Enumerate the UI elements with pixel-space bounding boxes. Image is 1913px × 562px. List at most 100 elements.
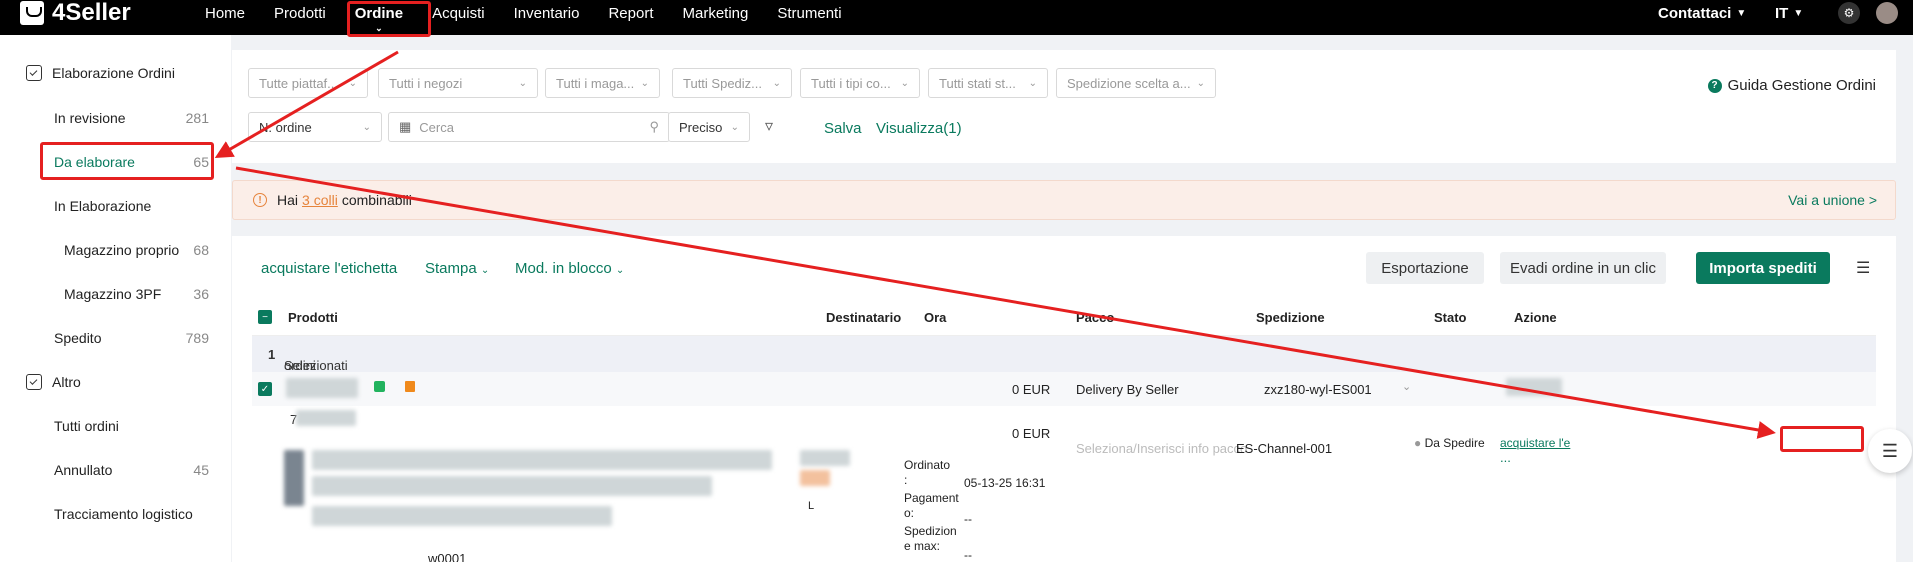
selection-summary: Selezionati 1 ordini bbox=[252, 336, 1876, 373]
sidebar: Elaborazione Ordini In revisione 281 Da e… bbox=[0, 35, 231, 562]
th-action: Azione bbox=[1514, 310, 1557, 325]
nav-home[interactable]: Home bbox=[205, 5, 245, 22]
product-thumbnail[interactable] bbox=[284, 450, 304, 506]
sidebar-group-elaborazione[interactable]: Elaborazione Ordini bbox=[26, 65, 175, 81]
question-icon: ? bbox=[1707, 78, 1722, 93]
nav-marketing[interactable]: Marketing bbox=[683, 5, 749, 22]
export-button[interactable]: Esportazione bbox=[1366, 252, 1484, 284]
warehouse-select[interactable]: Tutti i maga... ⌄ bbox=[545, 68, 660, 98]
chevron-down-icon: ⌄ bbox=[518, 77, 527, 89]
package-info-input[interactable]: Seleziona/Inserisci info pacco bbox=[1076, 441, 1247, 456]
blurred-id bbox=[296, 410, 356, 426]
guide-link[interactable]: ? Guida Gestione Ordini bbox=[1707, 77, 1876, 94]
chevron-down-icon: ▼ bbox=[1793, 7, 1804, 19]
table-header: − Prodotti Destinatario Ora Pacco Spediz… bbox=[252, 298, 1876, 336]
app-logo[interactable]: 4Seller bbox=[20, 0, 131, 26]
sidebar-group-altro[interactable]: Altro bbox=[26, 374, 81, 390]
order-check-icon bbox=[26, 65, 42, 81]
row1-amount: 0 EUR bbox=[1012, 382, 1051, 397]
blurred-product-info bbox=[312, 476, 712, 496]
row-buy-label-link[interactable]: acquistare l'e bbox=[1500, 436, 1570, 450]
merge-link[interactable]: Vai a unione > bbox=[1788, 192, 1877, 208]
contact-menu[interactable]: Contattaci ▼ bbox=[1658, 0, 1746, 26]
status-badge: ● Da Spedire bbox=[1414, 436, 1485, 450]
sidebar-item-spedito[interactable]: Spedito 789 bbox=[54, 330, 209, 346]
scan-icon: ▦ bbox=[399, 119, 412, 134]
sidebar-item-magazzino-3pf[interactable]: Magazzino 3PF 36 bbox=[64, 286, 209, 302]
chevron-down-icon: ⌄ bbox=[900, 77, 909, 89]
table-row[interactable]: ✓ 0 EUR Delivery By Seller zxz180-wyl-ES… bbox=[252, 372, 1876, 406]
store-select[interactable]: Tutti i negozi ⌄ bbox=[378, 68, 538, 98]
save-button[interactable]: Salva bbox=[824, 120, 862, 137]
th-products: Prodotti bbox=[288, 310, 338, 325]
order-check-icon bbox=[26, 374, 42, 390]
order-field-select[interactable]: N. ordine ⌄ bbox=[248, 112, 382, 142]
th-recipient: Destinatario bbox=[826, 310, 902, 325]
row-checkbox[interactable]: ✓ bbox=[258, 382, 272, 396]
print-menu[interactable]: Stampa ⌄ bbox=[425, 260, 489, 277]
nav-acquisti[interactable]: Acquisti bbox=[432, 5, 485, 22]
more-actions[interactable]: ... bbox=[1500, 450, 1511, 465]
match-select[interactable]: Preciso ⌄ bbox=[668, 112, 750, 142]
highlight-buy-label bbox=[1780, 426, 1864, 452]
chevron-down-icon: ⌄ bbox=[772, 77, 781, 89]
column-settings-icon[interactable]: ☰ bbox=[1856, 258, 1870, 278]
row2-amount: 0 EUR bbox=[1012, 426, 1051, 441]
nav-strumenti[interactable]: Strumenti bbox=[777, 5, 841, 22]
language-menu[interactable]: IT ▼ bbox=[1775, 0, 1803, 26]
th-shipping: Spedizione bbox=[1256, 310, 1325, 325]
payment-time: -- bbox=[964, 512, 972, 526]
bulk-edit-menu[interactable]: Mod. in blocco ⌄ bbox=[515, 260, 624, 277]
nav-inventario[interactable]: Inventario bbox=[514, 5, 580, 22]
message-icon[interactable] bbox=[374, 381, 385, 392]
search-icon[interactable]: ⚲ bbox=[649, 119, 659, 135]
sidebar-item-tracciamento[interactable]: Tracciamento logistico bbox=[54, 506, 209, 522]
search-list-icon[interactable]: ☰ bbox=[1868, 429, 1912, 473]
combine-link[interactable]: 3 colli bbox=[302, 192, 338, 208]
logo-bag-icon bbox=[20, 1, 44, 25]
search-input[interactable]: ▦ Cerca ⚲ bbox=[388, 112, 670, 142]
import-shipped-button[interactable]: Importa spediti bbox=[1696, 252, 1830, 284]
orders-panel: acquistare l'etichetta Stampa ⌄ Mod. in … bbox=[232, 236, 1896, 562]
sidebar-item-annullato[interactable]: Annullato 45 bbox=[54, 462, 209, 478]
row1-shipping[interactable]: zxz180-wyl-ES001 bbox=[1264, 382, 1372, 397]
shipping-select[interactable]: Tutti Spediz... ⌄ bbox=[672, 68, 792, 98]
chevron-down-icon: ⌄ bbox=[348, 77, 357, 89]
filter-icon[interactable]: ▿ bbox=[765, 116, 773, 136]
max-ship-time: -- bbox=[964, 548, 972, 562]
select-all-checkbox[interactable]: − bbox=[258, 310, 272, 324]
th-time: Ora bbox=[924, 310, 947, 325]
row2-channel: ES-Channel-001 bbox=[1236, 441, 1333, 456]
blurred-recipient bbox=[800, 450, 850, 466]
blurred-recipient-tag bbox=[800, 470, 830, 486]
sidebar-item-in-revisione[interactable]: In revisione 281 bbox=[54, 110, 209, 126]
th-status: Stato bbox=[1434, 310, 1467, 325]
chosen-shipping-select[interactable]: Spedizione scelta a... ⌄ bbox=[1056, 68, 1216, 98]
avatar[interactable] bbox=[1876, 2, 1898, 24]
type-select[interactable]: Tutti i tipi co... ⌄ bbox=[800, 68, 920, 98]
view-button[interactable]: Visualizza(1) bbox=[876, 120, 962, 137]
nav-prodotti[interactable]: Prodotti bbox=[274, 5, 326, 22]
gear-icon[interactable]: ⚙ bbox=[1838, 2, 1860, 24]
blurred-product-sku bbox=[312, 506, 612, 526]
state-select[interactable]: Tutti stati st... ⌄ bbox=[928, 68, 1048, 98]
combine-alert: ! Hai 3 colli combinabili Vai a unione > bbox=[232, 180, 1896, 220]
chevron-down-icon: ⌄ bbox=[362, 121, 371, 133]
sidebar-item-in-elaborazione[interactable]: In Elaborazione bbox=[54, 198, 209, 214]
bookmark-icon[interactable] bbox=[405, 381, 415, 392]
chevron-down-icon[interactable]: ⌄ bbox=[1402, 380, 1411, 393]
recipient-initial: L bbox=[808, 500, 815, 512]
chevron-down-icon: ⌄ bbox=[730, 121, 739, 133]
info-icon: ! bbox=[253, 193, 267, 207]
platform-select[interactable]: Tutte piattaf... ⌄ bbox=[248, 68, 368, 98]
sidebar-item-magazzino-proprio[interactable]: Magazzino proprio 68 bbox=[64, 242, 209, 258]
highlight-da-elaborare bbox=[40, 142, 214, 180]
buy-label-button[interactable]: acquistare l'etichetta bbox=[261, 260, 397, 277]
row1-package: Delivery By Seller bbox=[1076, 382, 1179, 397]
chevron-down-icon: ⌄ bbox=[1196, 77, 1205, 89]
chevron-down-icon: ⌄ bbox=[615, 265, 625, 276]
one-click-fulfill-button[interactable]: Evadi ordine in un clic bbox=[1500, 252, 1666, 284]
sidebar-item-tutti-ordini[interactable]: Tutti ordini bbox=[54, 418, 209, 434]
nav-report[interactable]: Report bbox=[608, 5, 653, 22]
th-package: Pacco bbox=[1076, 310, 1115, 325]
